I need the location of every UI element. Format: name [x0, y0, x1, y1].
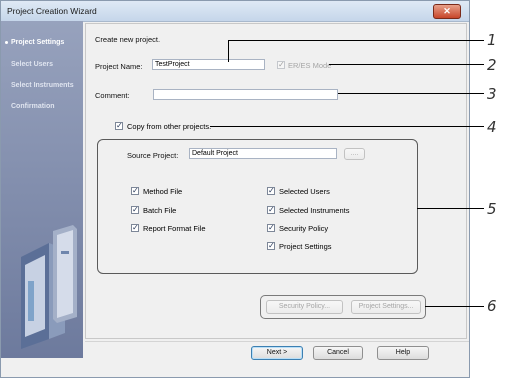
project-name-input[interactable]: TestProject — [152, 59, 265, 70]
project-name-label: Project Name: — [95, 62, 143, 71]
close-icon[interactable]: ✕ — [433, 4, 461, 19]
selected-instruments-label: Selected Instruments — [279, 206, 350, 215]
check-icon: ✓ — [116, 121, 123, 130]
source-project-field[interactable]: Default Project — [189, 148, 337, 159]
callout-number-5: 5 — [487, 200, 497, 218]
sidebar-item-label: Confirmation — [11, 103, 55, 110]
bullet-icon — [5, 40, 8, 44]
instrument-illustration — [21, 225, 77, 349]
page-heading: Create new project. — [95, 35, 161, 44]
security-policy-button[interactable]: Security Policy... — [266, 300, 343, 314]
sidebar-item-confirmation: Confirmation — [11, 103, 55, 110]
batch-file-checkbox[interactable]: ✓ — [131, 205, 139, 214]
sidebar-item-label: Project Settings — [11, 39, 65, 46]
callout-line-2 — [329, 64, 484, 65]
security-policy-checkbox[interactable]: ✓ — [267, 223, 275, 232]
check-icon: ✓ — [132, 186, 139, 195]
callout-line-6 — [425, 306, 484, 307]
selected-instruments-checkbox[interactable]: ✓ — [267, 205, 275, 214]
sidebar-item-select-users: Select Users — [11, 61, 53, 68]
callout-number-6: 6 — [487, 297, 497, 315]
eres-mode-checkbox: ✓ — [277, 60, 285, 69]
project-settings-checkbox[interactable]: ✓ — [267, 241, 275, 250]
selected-users-label: Selected Users — [279, 187, 330, 196]
source-project-label: Source Project: — [127, 151, 179, 160]
security-policy-label: Security Policy — [279, 224, 329, 233]
title-bar: Project Creation Wizard ✕ — [1, 1, 469, 22]
report-format-file-label: Report Format File — [143, 224, 206, 233]
method-file-checkbox[interactable]: ✓ — [131, 186, 139, 195]
callout-number-3: 3 — [487, 85, 497, 103]
callout-number-1: 1 — [487, 31, 497, 49]
sidebar-item-select-instruments: Select Instruments — [11, 82, 74, 89]
copy-from-projects-checkbox[interactable]: ✓ — [115, 121, 123, 130]
eres-mode-label: ER/ES Mode — [288, 61, 332, 70]
callout-line-1 — [228, 40, 484, 41]
footer-separator — [85, 341, 469, 342]
check-icon: ✓ — [268, 223, 275, 232]
method-file-label: Method File — [143, 187, 183, 196]
comment-field[interactable] — [153, 89, 338, 100]
check-icon: ✓ — [132, 223, 139, 232]
batch-file-label: Batch File — [143, 206, 177, 215]
callout-number-4: 4 — [487, 118, 497, 136]
copy-from-projects-label: Copy from other projects. — [127, 122, 212, 131]
help-button[interactable]: Help — [377, 346, 429, 360]
wizard-window: Project Creation Wizard ✕ Project Settin… — [0, 0, 470, 378]
callout-line-3 — [338, 93, 484, 94]
callout-line-1-drop — [228, 40, 229, 62]
browse-button[interactable]: .... — [344, 148, 365, 160]
check-icon: ✓ — [278, 60, 285, 69]
selected-users-checkbox[interactable]: ✓ — [267, 186, 275, 195]
sidebar-item-label: Select Users — [11, 61, 54, 68]
next-button[interactable]: Next > — [251, 346, 303, 360]
cancel-button[interactable]: Cancel — [313, 346, 363, 360]
check-icon: ✓ — [268, 186, 275, 195]
window-title: Project Creation Wizard — [7, 6, 97, 16]
report-format-file-checkbox[interactable]: ✓ — [131, 223, 139, 232]
check-icon: ✓ — [132, 205, 139, 214]
callout-line-5 — [417, 208, 484, 209]
comment-label: Comment: — [95, 91, 130, 100]
wizard-sidebar: Project Settings Select Users Select Ins… — [1, 21, 83, 358]
check-icon: ✓ — [268, 241, 275, 250]
project-settings-button[interactable]: Project Settings... — [351, 300, 421, 314]
callout-number-2: 2 — [487, 56, 497, 74]
sidebar-item-project-settings: Project Settings — [5, 39, 64, 46]
sidebar-item-label: Select Instruments — [11, 82, 74, 89]
project-settings-label: Project Settings — [279, 242, 332, 251]
check-icon: ✓ — [268, 205, 275, 214]
callout-line-4 — [210, 126, 484, 127]
